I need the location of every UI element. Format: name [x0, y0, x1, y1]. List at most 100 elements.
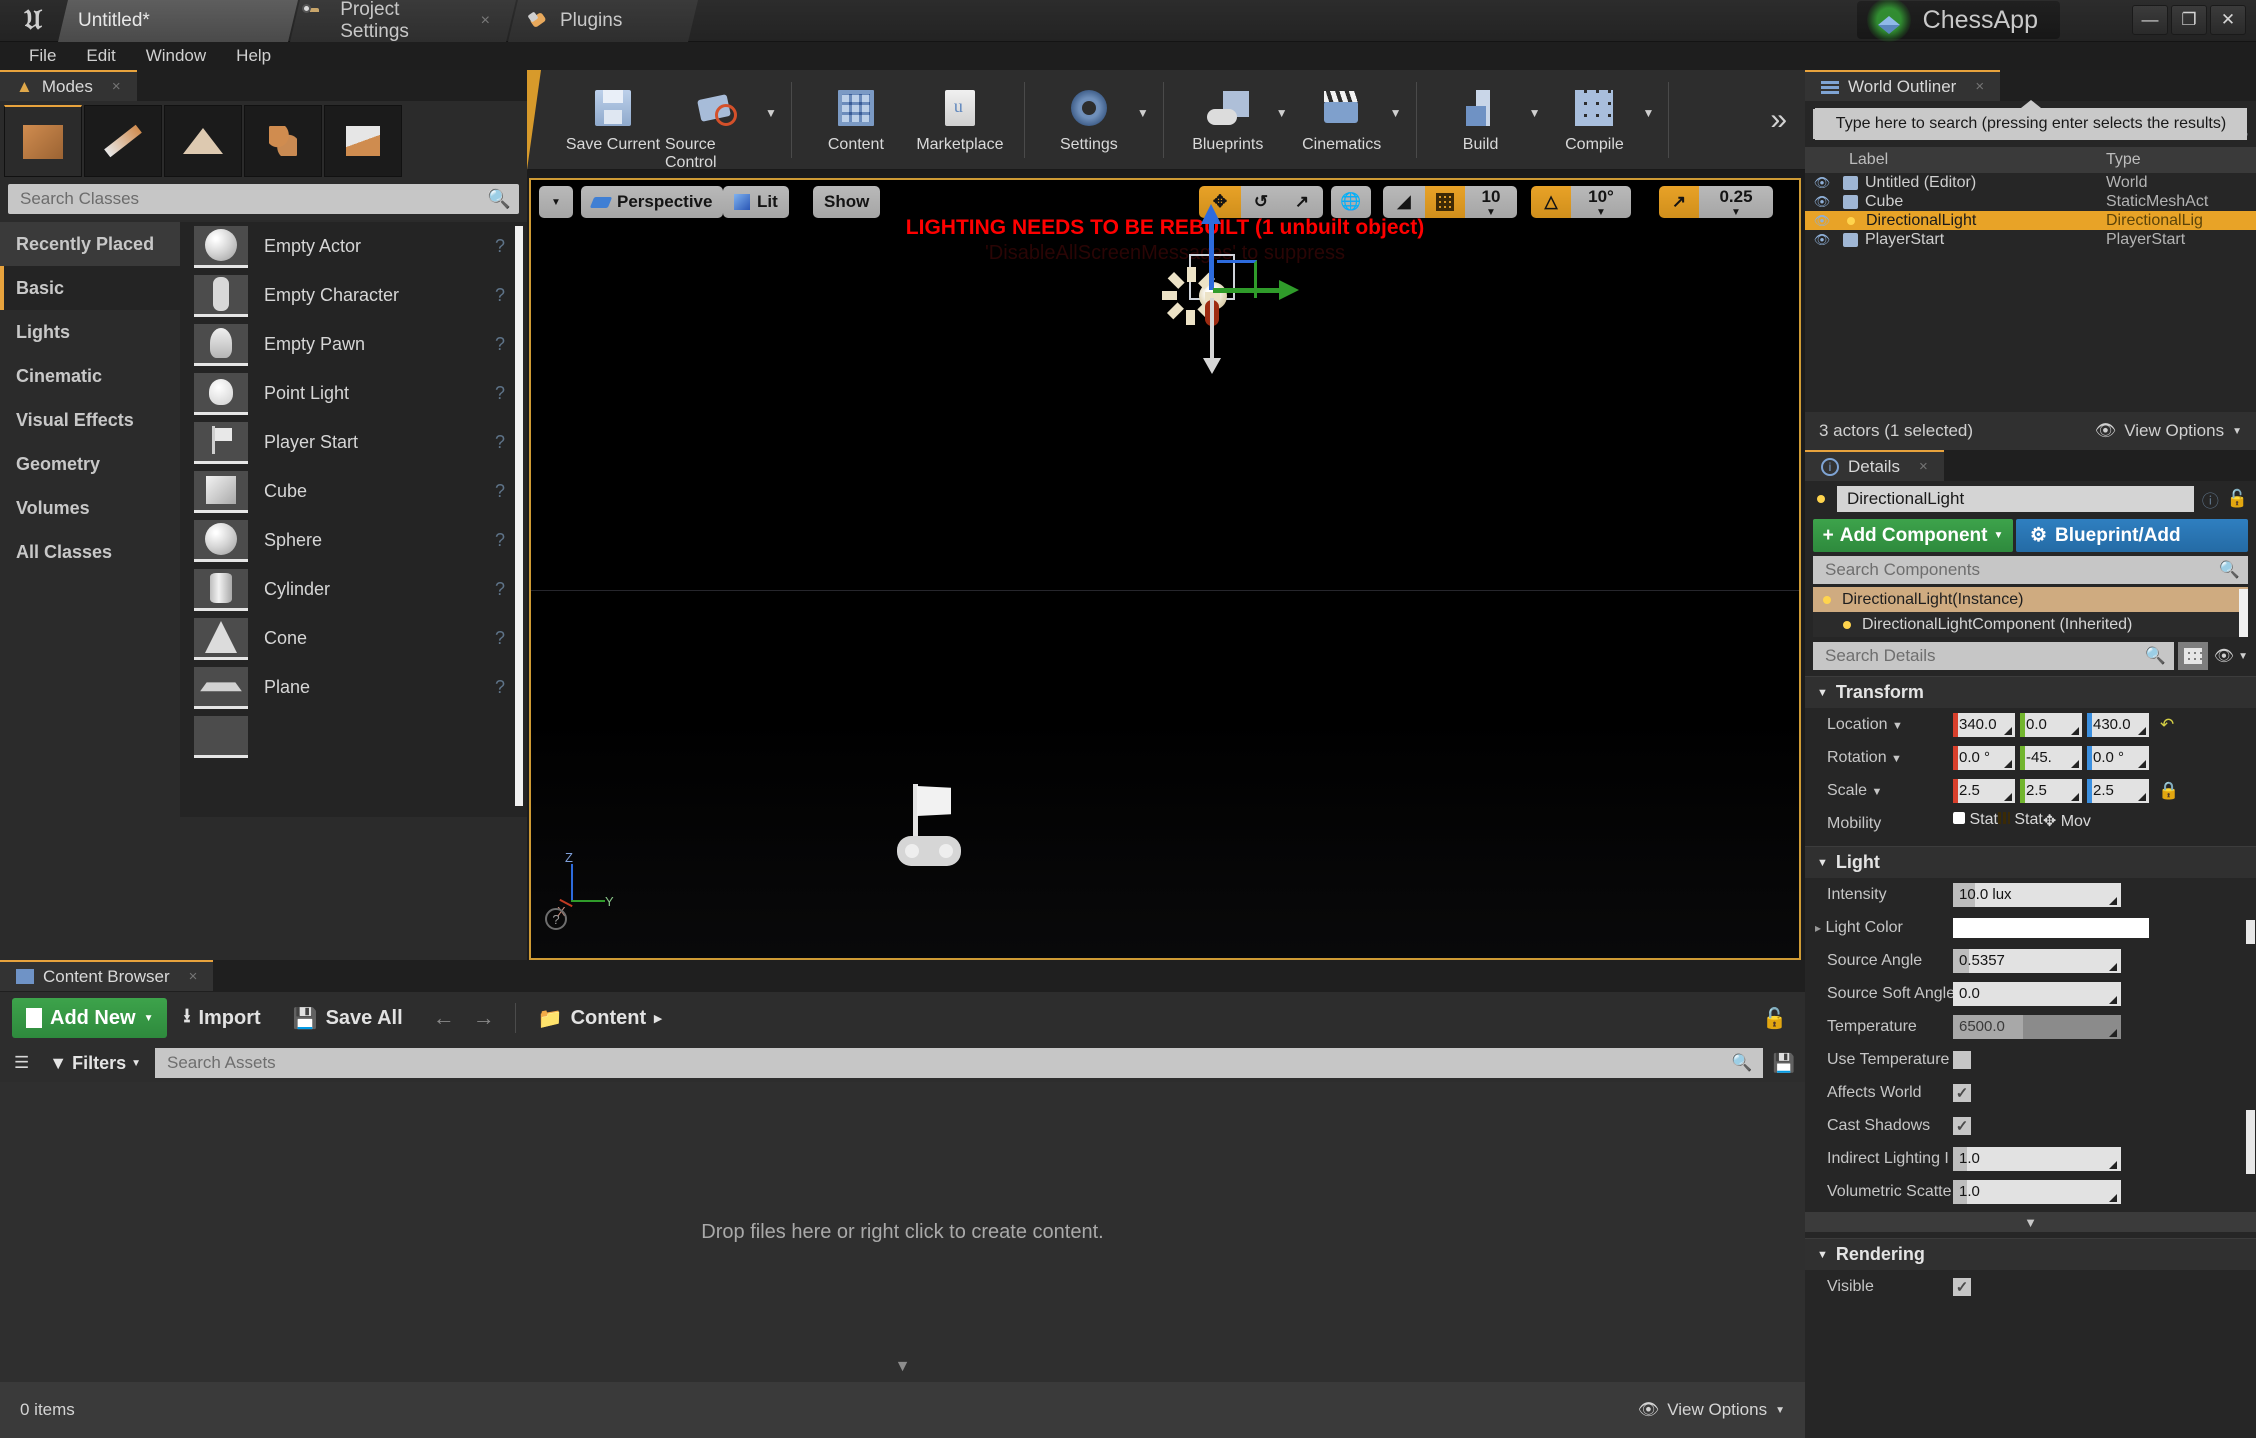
eye-icon[interactable]: 👁 — [2212, 646, 2234, 666]
category-cinematic[interactable]: Cinematic — [0, 354, 180, 398]
source-control-button[interactable]: Source Control — [665, 78, 769, 172]
expand-advanced-icon[interactable]: ▼ — [1805, 1212, 2256, 1232]
help-icon[interactable]: ? — [495, 236, 505, 257]
scale-z-input[interactable]: 2.5 — [2087, 778, 2149, 803]
search-assets-input[interactable]: Search Assets 🔍 — [155, 1048, 1763, 1078]
details-scrollbar[interactable] — [2246, 1110, 2255, 1174]
close-icon[interactable]: × — [481, 12, 490, 30]
search-components-input[interactable]: Search Components 🔍 — [1813, 556, 2248, 584]
help-icon[interactable]: ? — [495, 481, 505, 502]
volumetric-scattering-input[interactable]: 1.0 — [1953, 1179, 2121, 1204]
source-panel-toggle-icon[interactable]: ☰ — [8, 1053, 35, 1073]
add-new-button[interactable]: Add New ▼ — [12, 998, 168, 1038]
close-icon[interactable]: × — [189, 968, 198, 985]
mobility-stationary-button[interactable]: Stat — [1997, 811, 2043, 837]
location-x-input[interactable]: 340.0 — [1953, 712, 2015, 737]
affects-world-checkbox[interactable]: ✓ — [1953, 1083, 1971, 1102]
nav-forward-icon[interactable]: → — [473, 1005, 495, 1031]
chevron-down-icon[interactable]: ▼ — [2238, 651, 2248, 662]
property-matrix-icon[interactable] — [2177, 642, 2208, 670]
table-row[interactable]: 👁 DirectionalLight DirectionalLig — [1805, 211, 2256, 230]
scale-tool-button[interactable]: ↗ — [1281, 186, 1323, 218]
component-row[interactable]: DirectionalLightComponent (Inherited) — [1813, 612, 2248, 637]
tab-content-browser[interactable]: Content Browser × — [0, 960, 214, 991]
mode-button-landscape[interactable] — [164, 105, 242, 177]
list-item[interactable]: Cylinder ? — [180, 565, 527, 614]
tab-world-outliner[interactable]: World Outliner × — [1805, 70, 2001, 101]
scale-x-input[interactable]: 2.5 — [1953, 778, 2015, 803]
section-header[interactable]: ▼ Transform — [1805, 676, 2256, 708]
reset-icon[interactable]: ↶ — [2160, 715, 2174, 735]
menu-item-help[interactable]: Help — [221, 42, 286, 70]
location-y-input[interactable]: 0.0 — [2020, 712, 2082, 737]
tab-untitled-level[interactable]: Untitled* — [58, 0, 298, 42]
view-options-button[interactable]: 👁 View Options ▼ — [2095, 421, 2242, 441]
help-icon[interactable]: ⓘ — [2202, 487, 2219, 512]
actor-name-input[interactable]: DirectionalLight — [1837, 486, 2194, 512]
chevron-down-icon[interactable]: ▼ — [1137, 106, 1149, 120]
source-soft-angle-input[interactable]: 0.0 — [1953, 981, 2121, 1006]
component-scrollbar[interactable] — [2239, 589, 2248, 637]
level-viewport[interactable]: ▼ Perspective Lit Show ✥ ↺ ↗ 🌐 ◢ 10 ▼ △ … — [529, 178, 1927, 960]
rotation-z-input[interactable]: 0.0 ° — [2087, 745, 2149, 770]
filters-button[interactable]: ▼ Filters ▼ — [41, 1053, 149, 1074]
help-icon[interactable]: ? — [495, 334, 505, 355]
category-all-classes[interactable]: All Classes — [0, 530, 180, 574]
use-temperature-checkbox[interactable]: ✓ — [1953, 1050, 1971, 1069]
world-coord-icon[interactable]: 🌐 — [1331, 186, 1371, 218]
mobility-static-button[interactable]: Stat — [1953, 811, 1998, 837]
list-item[interactable]: Cube ? — [180, 467, 527, 516]
rotation-x-input[interactable]: 0.0 ° — [1953, 745, 2015, 770]
restore-button[interactable]: ❐ — [2171, 5, 2207, 35]
chevron-down-icon[interactable]: ▼ — [1642, 106, 1654, 120]
component-row[interactable]: DirectionalLight(Instance) — [1813, 587, 2248, 612]
table-row[interactable]: 👁 Untitled (Editor) World — [1805, 173, 2256, 192]
close-icon[interactable]: × — [112, 78, 121, 95]
help-icon[interactable]: ? — [495, 530, 505, 551]
section-header[interactable]: ▼ Rendering — [1805, 1238, 2256, 1270]
chevron-down-icon[interactable]: ▼ — [1276, 106, 1288, 120]
player-start-actor[interactable] — [891, 780, 981, 870]
list-item[interactable]: Cone ? — [180, 614, 527, 663]
table-row[interactable]: 👁 PlayerStart PlayerStart — [1805, 230, 2256, 249]
visible-checkbox[interactable]: ✓ — [1953, 1277, 1971, 1296]
category-volumes[interactable]: Volumes — [0, 486, 180, 530]
grid-snap-toggle[interactable] — [1425, 186, 1465, 218]
compile-button[interactable]: Compile — [1542, 78, 1646, 154]
table-row[interactable]: 👁 Cube StaticMeshAct — [1805, 192, 2256, 211]
help-icon[interactable]: ? — [545, 908, 567, 930]
surface-snap-icon[interactable]: ◢ — [1383, 186, 1425, 218]
eye-icon[interactable]: 👁 — [1805, 232, 1839, 248]
close-icon[interactable]: × — [1975, 78, 1984, 95]
chevron-down-icon[interactable]: ▼ — [765, 106, 777, 120]
mode-button-geometry[interactable] — [324, 105, 402, 177]
list-item[interactable]: Empty Character ? — [180, 271, 527, 320]
label-column-header[interactable]: Label — [1841, 151, 2106, 169]
save-search-icon[interactable]: 💾 — [1773, 1053, 1805, 1074]
location-z-input[interactable]: 430.0 — [2087, 712, 2149, 737]
marketplace-button[interactable]: Marketplace — [908, 78, 1012, 154]
mode-button-foliage[interactable] — [244, 105, 322, 177]
tab-details[interactable]: i Details × — [1805, 450, 1944, 481]
scale-snap-value[interactable]: 0.25 ▼ — [1699, 186, 1773, 218]
cinematics-button[interactable]: Cinematics — [1290, 78, 1394, 154]
close-button[interactable]: ✕ — [2210, 5, 2246, 35]
menu-item-file[interactable]: File — [14, 42, 71, 70]
lock-icon[interactable]: 🔓 — [1762, 1006, 1805, 1031]
rotate-tool-button[interactable]: ↺ — [1241, 186, 1281, 218]
lock-icon[interactable]: 🔓 — [2227, 489, 2248, 509]
toolbar-overflow-icon[interactable]: » — [1770, 103, 1805, 137]
show-menu-button[interactable]: Show — [813, 186, 881, 218]
lock-icon[interactable]: 🔒 — [2158, 781, 2179, 801]
category-basic[interactable]: Basic — [0, 266, 180, 310]
grid-snap-value[interactable]: 10 ▼ — [1465, 186, 1517, 218]
scroll-down-icon[interactable]: ▼ — [895, 1358, 911, 1376]
help-icon[interactable]: ? — [495, 628, 505, 649]
settings-button[interactable]: Settings — [1037, 78, 1141, 154]
list-item[interactable]: Empty Actor ? — [180, 222, 527, 271]
close-icon[interactable]: × — [1919, 458, 1928, 475]
content-button[interactable]: Content — [804, 78, 908, 154]
indirect-lighting-intensity-input[interactable]: 1.0 — [1953, 1146, 2121, 1171]
mobility-movable-button[interactable]: ✥ Mov — [2043, 811, 2091, 837]
breadcrumb[interactable]: 📁 Content ▸ — [522, 1006, 678, 1031]
